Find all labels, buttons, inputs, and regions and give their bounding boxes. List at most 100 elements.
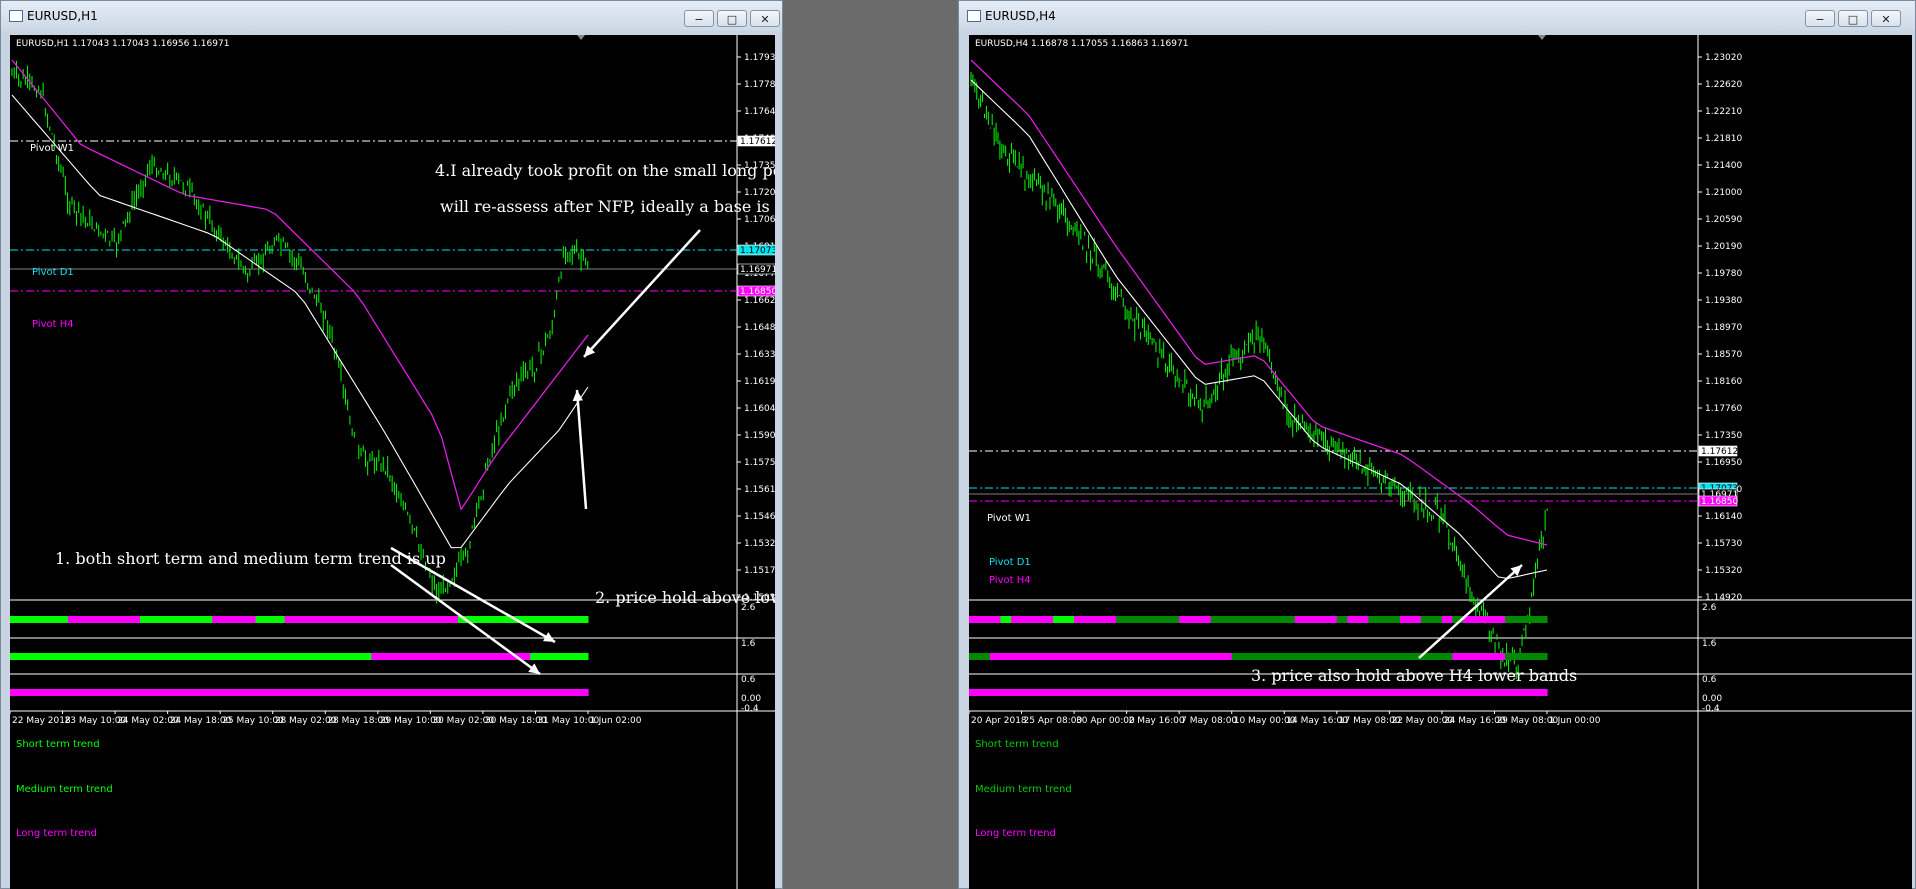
medium-term-trend-segment (1242, 653, 1254, 660)
price-scale-label: 1.15755 (744, 458, 775, 468)
lower-band-line (970, 79, 1548, 580)
short-term-trend-segment (1536, 616, 1548, 623)
medium-term-trend-segment (1273, 653, 1285, 660)
price-scale-label: 1.17760 (1705, 404, 1742, 414)
medium-term-trend-segment (429, 653, 444, 660)
short-term-trend-segment (10, 616, 25, 623)
medium-term-trend-segment (38, 653, 54, 660)
medium-term-trend-segment (1431, 653, 1443, 660)
chart-area[interactable]: 1.179301.177851.176401.174951.173501.172… (10, 35, 775, 889)
medium-term-trend-segment (1074, 653, 1086, 660)
medium-term-trend-segment (969, 653, 981, 660)
medium-term-trend-segment (1063, 653, 1075, 660)
short-term-trend-segment (1431, 616, 1443, 623)
medium-term-trend-segment (67, 653, 83, 660)
short-term-trend-segment (1347, 616, 1359, 623)
short-term-trend-segment (1263, 616, 1275, 623)
short-term-trend-segment (197, 616, 213, 623)
subwindow-scale-label: 0.00 (1702, 694, 1722, 704)
chart-window-h1[interactable]: EURUSD,H1 − □ ✕ 1.17930 1.17785 1.17640 1.1… (0, 0, 783, 889)
medium-term-trend-segment (990, 653, 1002, 660)
pivot-d1-label: Pivot D1 (989, 557, 1031, 568)
short-term-trend-segment (544, 616, 560, 623)
time-axis-label: 22 May 2018 (12, 716, 71, 726)
medium-term-trend-segment (1294, 653, 1306, 660)
medium-term-trend-segment (979, 653, 991, 660)
short-term-trend-segment (154, 616, 170, 623)
short-term-trend-segment (530, 616, 546, 623)
short-term-trend-segment (38, 616, 54, 623)
chart-shift-marker (577, 35, 585, 40)
short-term-trend-segment (1305, 616, 1317, 623)
close-button[interactable]: ✕ (1871, 10, 1901, 27)
price-scale-label: 1.17785 (744, 80, 775, 90)
price-scale-label: 1.17930 (744, 53, 775, 63)
medium-term-trend-segment (371, 653, 387, 660)
short-term-trend-segment (443, 616, 459, 623)
price-scale-label: 1.16335 (744, 350, 775, 360)
medium-term-trend-segment (226, 653, 242, 660)
price-tag-d1: 1.17073 (740, 246, 775, 256)
minimize-button[interactable]: − (1805, 10, 1835, 27)
short-term-trend-segment (1179, 616, 1191, 623)
medium-term-trend-segment (1284, 653, 1296, 660)
short-term-trend-segment (1294, 616, 1306, 623)
short-term-trend-segment (1200, 616, 1212, 623)
short-term-trend-segment (486, 616, 502, 623)
medium-term-trend-segment (530, 653, 546, 660)
window-titlebar[interactable]: EURUSD,H4 − □ ✕ (959, 1, 1915, 31)
price-tag-h4: 1.16850 (1701, 497, 1738, 507)
upper-band-line (970, 59, 1548, 546)
short-term-trend-segment (226, 616, 242, 623)
medium-term-trend-segment (140, 653, 155, 660)
price-tag-w1: 1.17612 (1701, 447, 1738, 457)
chart-area[interactable]: 1.23020 1.22620 1.22210 1.21810 1.21400 1.210… (969, 35, 1912, 889)
medium-term-trend-segment (1158, 653, 1170, 660)
close-button[interactable]: ✕ (750, 10, 780, 27)
maximize-button[interactable]: □ (717, 10, 747, 27)
annotation-arrowhead (572, 390, 584, 402)
annotation-arrowhead (528, 663, 540, 674)
short-term-trend-segment (356, 616, 372, 623)
window-titlebar[interactable]: EURUSD,H1 − □ ✕ (1, 1, 782, 31)
maximize-button[interactable]: □ (1838, 10, 1868, 27)
short-term-trend-segment (140, 616, 155, 623)
medium-term-trend-segment (486, 653, 502, 660)
short-term-trend-segment (371, 616, 387, 623)
medium-term-trend-segment (573, 653, 589, 660)
price-scale-label: 1.20190 (1705, 242, 1742, 252)
medium-term-trend-segment (414, 653, 430, 660)
price-chart-canvas[interactable]: 1.23020 1.22620 1.22210 1.21810 1.21400 1.210… (969, 35, 1912, 889)
medium-term-trend-segment (1189, 653, 1201, 660)
medium-term-trend-segment (1168, 653, 1180, 660)
price-scale-label: 1.15465 (744, 512, 775, 522)
price-scale-label: 1.17640 (744, 107, 775, 117)
long-term-trend-label: Long term trend (975, 828, 1056, 839)
short-term-trend-segment (1021, 616, 1033, 623)
short-term-trend-segment (573, 616, 589, 623)
price-scale-label: 1.15175 (744, 566, 775, 576)
medium-term-trend-segment (53, 653, 69, 660)
short-term-trend-segment (168, 616, 184, 623)
medium-term-trend-segment (1399, 653, 1411, 660)
chart-window-h4[interactable]: EURUSD,H4 − □ ✕ 1.23020 1.22620 1.22210 1.2… (958, 0, 1916, 889)
price-scale-label: 1.21000 (1705, 188, 1742, 198)
short-term-trend-segment (969, 616, 981, 623)
price-scale-label: 1.16625 (744, 296, 775, 306)
short-term-trend-segment (472, 616, 488, 623)
short-term-trend-segment (1399, 616, 1411, 623)
medium-term-trend-segment (342, 653, 358, 660)
short-term-trend-segment (979, 616, 991, 623)
subwindow-scale-label: 2.6 (1702, 603, 1717, 613)
medium-term-trend-segment (559, 653, 575, 660)
chart-shift-marker (1538, 35, 1546, 40)
medium-term-trend-segment (10, 653, 25, 660)
medium-term-trend-label: Medium term trend (975, 784, 1072, 795)
medium-term-trend-segment (1053, 653, 1065, 660)
chart-info-line: EURUSD,H4 1.16878 1.17055 1.16863 1.1697… (975, 39, 1189, 49)
short-term-trend-segment (1336, 616, 1348, 623)
short-term-trend-segment (1000, 616, 1012, 623)
minimize-button[interactable]: − (684, 10, 714, 27)
short-term-trend-segment (1315, 616, 1327, 623)
medium-term-trend-segment (1147, 653, 1159, 660)
